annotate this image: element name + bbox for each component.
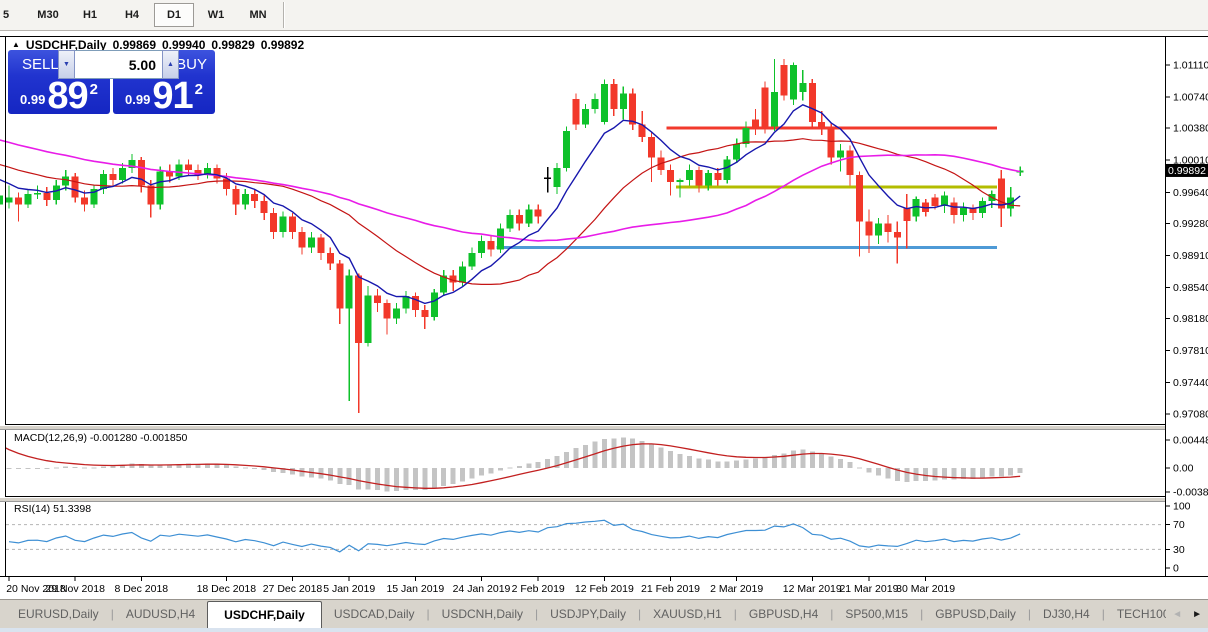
svg-text:1.00380: 1.00380 bbox=[1173, 123, 1208, 135]
svg-text:-0.003883: -0.003883 bbox=[1173, 487, 1208, 499]
svg-text:0.98910: 0.98910 bbox=[1173, 250, 1208, 262]
chart-tab-xauusd-h1[interactable]: XAUUSD,H1 bbox=[641, 600, 734, 628]
sell-price-big: 89 bbox=[47, 75, 88, 117]
chart-tab-gbpusd-h4[interactable]: GBPUSD,H4 bbox=[737, 600, 830, 628]
chart-tab-usdchf-daily[interactable]: USDCHF,Daily bbox=[207, 601, 322, 628]
chart-tab-usdcad-daily[interactable]: USDCAD,Daily bbox=[322, 600, 427, 628]
sell-label: SELL bbox=[22, 56, 59, 73]
chevron-up-icon: ▲ bbox=[167, 61, 174, 68]
chevron-down-icon: ▼ bbox=[63, 61, 70, 68]
svg-text:0.98180: 0.98180 bbox=[1173, 313, 1208, 325]
ohlc-close: 0.99892 bbox=[260, 38, 305, 52]
chart-tab-audusd-h4[interactable]: AUDUSD,H4 bbox=[114, 600, 207, 628]
buy-price: 0.99 91 2 bbox=[113, 75, 215, 117]
chart-tab-eurusd-daily[interactable]: EURUSD,Daily bbox=[6, 600, 111, 628]
svg-text:30 Mar 2019: 30 Mar 2019 bbox=[896, 583, 955, 595]
svg-text:5 Jan 2019: 5 Jan 2019 bbox=[323, 583, 375, 595]
svg-text:1.01110: 1.01110 bbox=[1173, 60, 1208, 72]
svg-text:12 Feb 2019: 12 Feb 2019 bbox=[575, 583, 634, 595]
svg-text:0.99640: 0.99640 bbox=[1173, 187, 1208, 199]
buy-price-big: 91 bbox=[152, 75, 193, 117]
svg-text:12 Mar 2019: 12 Mar 2019 bbox=[783, 583, 842, 595]
svg-text:2 Feb 2019: 2 Feb 2019 bbox=[512, 583, 565, 595]
chart-tab-usdjpy-daily[interactable]: USDJPY,Daily bbox=[538, 600, 638, 628]
volume-increase-button[interactable]: ▲ bbox=[162, 50, 179, 79]
rsi-name: RSI(14) bbox=[14, 503, 51, 515]
sell-price-sup: 2 bbox=[89, 81, 98, 98]
rsi-value: 51.3398 bbox=[53, 503, 92, 515]
chart-tabs: EURUSD,Daily | AUDUSD,H4 USDCHF,Daily USDCAD… bbox=[6, 600, 1166, 628]
chart-tab-usdcnh-daily[interactable]: USDCNH,Daily bbox=[430, 600, 535, 628]
svg-text:0.99280: 0.99280 bbox=[1173, 218, 1208, 230]
svg-text:70: 70 bbox=[1173, 519, 1185, 531]
svg-text:27 Dec 2018: 27 Dec 2018 bbox=[263, 583, 323, 595]
svg-text:0.97810: 0.97810 bbox=[1173, 345, 1208, 357]
sell-price-prefix: 0.99 bbox=[20, 92, 46, 107]
svg-text:0.00: 0.00 bbox=[1173, 463, 1194, 475]
svg-text:0.004487: 0.004487 bbox=[1173, 435, 1208, 447]
svg-text:2 Mar 2019: 2 Mar 2019 bbox=[710, 583, 763, 595]
macd-name: MACD(12,26,9) bbox=[14, 432, 87, 444]
svg-text:0.97080: 0.97080 bbox=[1173, 408, 1208, 420]
tab-scroll-left-icon[interactable]: ◄ bbox=[1172, 609, 1182, 620]
macd-value-main: -0.001280 bbox=[89, 432, 138, 444]
collapse-panel-icon[interactable]: ▲ bbox=[12, 40, 20, 50]
svg-text:18 Dec 2018: 18 Dec 2018 bbox=[197, 583, 257, 595]
sell-price: 0.99 89 2 bbox=[8, 75, 110, 117]
svg-text:100: 100 bbox=[1173, 501, 1191, 513]
buy-price-sup: 2 bbox=[194, 81, 203, 98]
rsi-indicator-label: RSI(14) 51.3398 bbox=[14, 503, 91, 515]
svg-text:8 Dec 2018: 8 Dec 2018 bbox=[114, 583, 168, 595]
chart-tab-tech100-h1[interactable]: TECH100,H1 bbox=[1105, 600, 1166, 628]
svg-text:0.98540: 0.98540 bbox=[1173, 282, 1208, 294]
svg-text:1.00740: 1.00740 bbox=[1173, 92, 1208, 104]
svg-text:30: 30 bbox=[1173, 544, 1185, 556]
volume-input[interactable]: 5.00 bbox=[75, 50, 162, 79]
ohlc-low: 0.99829 bbox=[211, 38, 255, 52]
svg-text:15 Jan 2019: 15 Jan 2019 bbox=[386, 583, 444, 595]
volume-spinner: ▼ 5.00 ▲ bbox=[58, 50, 179, 79]
tab-scroll-right-icon[interactable]: ► bbox=[1192, 609, 1202, 620]
chart-tabs-bar: EURUSD,Daily | AUDUSD,H4 USDCHF,Daily USDCAD… bbox=[0, 599, 1208, 628]
macd-value-signal: -0.001850 bbox=[140, 432, 188, 444]
chart-tab-dj30-h4[interactable]: DJ30,H4 bbox=[1031, 600, 1102, 628]
volume-decrease-button[interactable]: ▼ bbox=[58, 50, 75, 79]
svg-text:21 Feb 2019: 21 Feb 2019 bbox=[641, 583, 700, 595]
chart-tab-sp500-m15[interactable]: SP500,M15 bbox=[833, 600, 920, 628]
svg-text:21 Mar 2019: 21 Mar 2019 bbox=[839, 583, 898, 595]
buy-label: BUY bbox=[176, 56, 207, 73]
tab-scroll-controls: ◄ ► bbox=[1166, 600, 1202, 628]
svg-text:0: 0 bbox=[1173, 563, 1179, 575]
chart-tab-gbpusd-daily[interactable]: GBPUSD,Daily bbox=[923, 600, 1028, 628]
macd-indicator-label: MACD(12,26,9) -0.001280 -0.001850 bbox=[14, 432, 187, 444]
status-strip bbox=[0, 628, 1208, 632]
svg-text:0.97440: 0.97440 bbox=[1173, 377, 1208, 389]
one-click-trading-panel: SELL 0.99 89 2 BUY 0.99 91 2 ▼ 5.00 ▲ bbox=[8, 50, 215, 117]
svg-text:29 Nov 2018: 29 Nov 2018 bbox=[45, 583, 105, 595]
svg-text:0.99892: 0.99892 bbox=[1168, 165, 1206, 177]
buy-price-prefix: 0.99 bbox=[125, 92, 151, 107]
mt4-terminal: 5 M30 H1 H4 D1 W1 MN 1.01110 1.00740 1.00380 1.00… bbox=[0, 0, 1208, 632]
svg-text:24 Jan 2019: 24 Jan 2019 bbox=[453, 583, 511, 595]
